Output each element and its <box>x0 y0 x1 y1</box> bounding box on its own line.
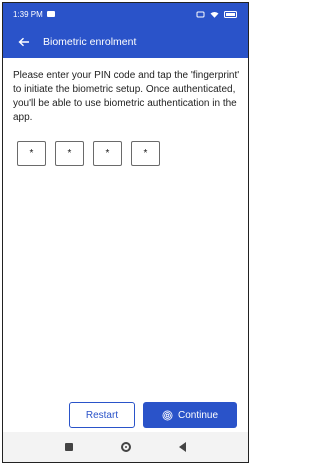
system-nav-bar <box>3 432 248 462</box>
restart-label: Restart <box>85 409 119 421</box>
recent-apps-icon[interactable] <box>65 443 73 451</box>
pin-input: * * * * <box>17 141 160 166</box>
pin-digit-2[interactable]: * <box>55 141 84 166</box>
pin-digit-3[interactable]: * <box>93 141 122 166</box>
pin-digit-4[interactable]: * <box>131 141 160 166</box>
continue-button[interactable]: Continue <box>143 402 237 428</box>
status-left: 1:39 PM <box>13 10 55 19</box>
home-icon[interactable] <box>121 442 131 452</box>
status-right <box>196 10 238 18</box>
continue-label: Continue <box>177 409 219 421</box>
restart-button[interactable]: Restart <box>69 402 135 428</box>
wifi-icon <box>210 11 219 18</box>
vibrate-icon <box>196 11 205 18</box>
app-bar: Biometric enrolment <box>3 25 248 58</box>
notification-icon <box>46 11 55 17</box>
page-title: Biometric enrolment <box>43 35 137 48</box>
back-triangle-icon[interactable] <box>179 442 186 452</box>
battery-icon <box>224 10 238 18</box>
arrow-left-icon <box>18 37 29 46</box>
status-time: 1:39 PM <box>13 9 43 19</box>
status-bar: 1:39 PM <box>3 3 248 25</box>
pin-digit-1[interactable]: * <box>17 141 46 166</box>
fingerprint-icon <box>162 410 173 420</box>
phone-screen: 1:39 PM Biometric enrolment Please enter… <box>2 2 249 463</box>
instructions-text: Please enter your PIN code and tap the '… <box>13 70 240 123</box>
back-button[interactable] <box>15 33 33 51</box>
